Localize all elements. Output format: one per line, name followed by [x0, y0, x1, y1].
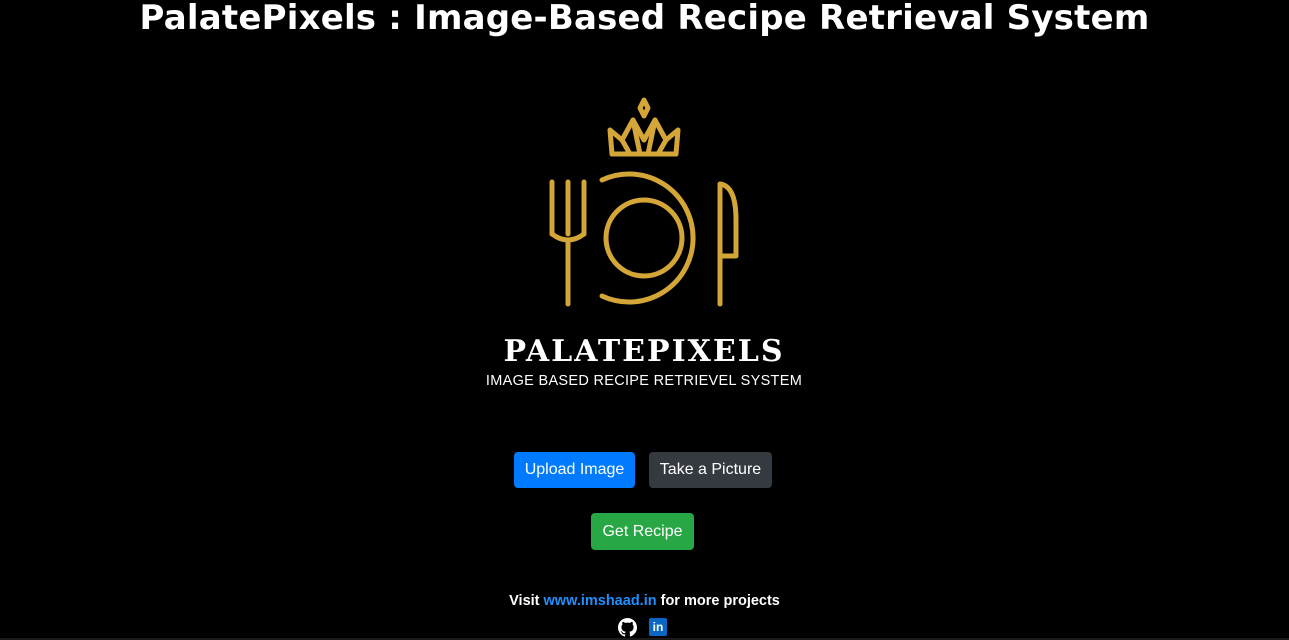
crown-plate-fork-knife-logo-icon	[549, 97, 739, 307]
social-links: in	[617, 618, 673, 638]
take-picture-button[interactable]: Take a Picture	[649, 452, 772, 488]
footer-prefix: Visit	[509, 593, 544, 609]
website-link[interactable]: www.imshaad.in	[544, 593, 657, 609]
upload-image-button[interactable]: Upload Image	[514, 452, 635, 488]
footer-suffix: for more projects	[656, 593, 780, 609]
get-recipe-button[interactable]: Get Recipe	[591, 513, 694, 550]
linkedin-icon[interactable]: in	[649, 618, 667, 636]
app-page: PalatePixels : Image-Based Recipe Retrie…	[0, 0, 1289, 640]
footer-text: Visit www.imshaad.in for more projects	[0, 592, 1289, 610]
github-icon[interactable]	[618, 618, 637, 637]
brand-tagline: IMAGE BASED RECIPE RETRIEVEL SYSTEM	[485, 373, 803, 389]
page-title: PalatePixels : Image-Based Recipe Retrie…	[139, 0, 1150, 38]
brand-name: PALATEPIXELS	[503, 334, 785, 369]
